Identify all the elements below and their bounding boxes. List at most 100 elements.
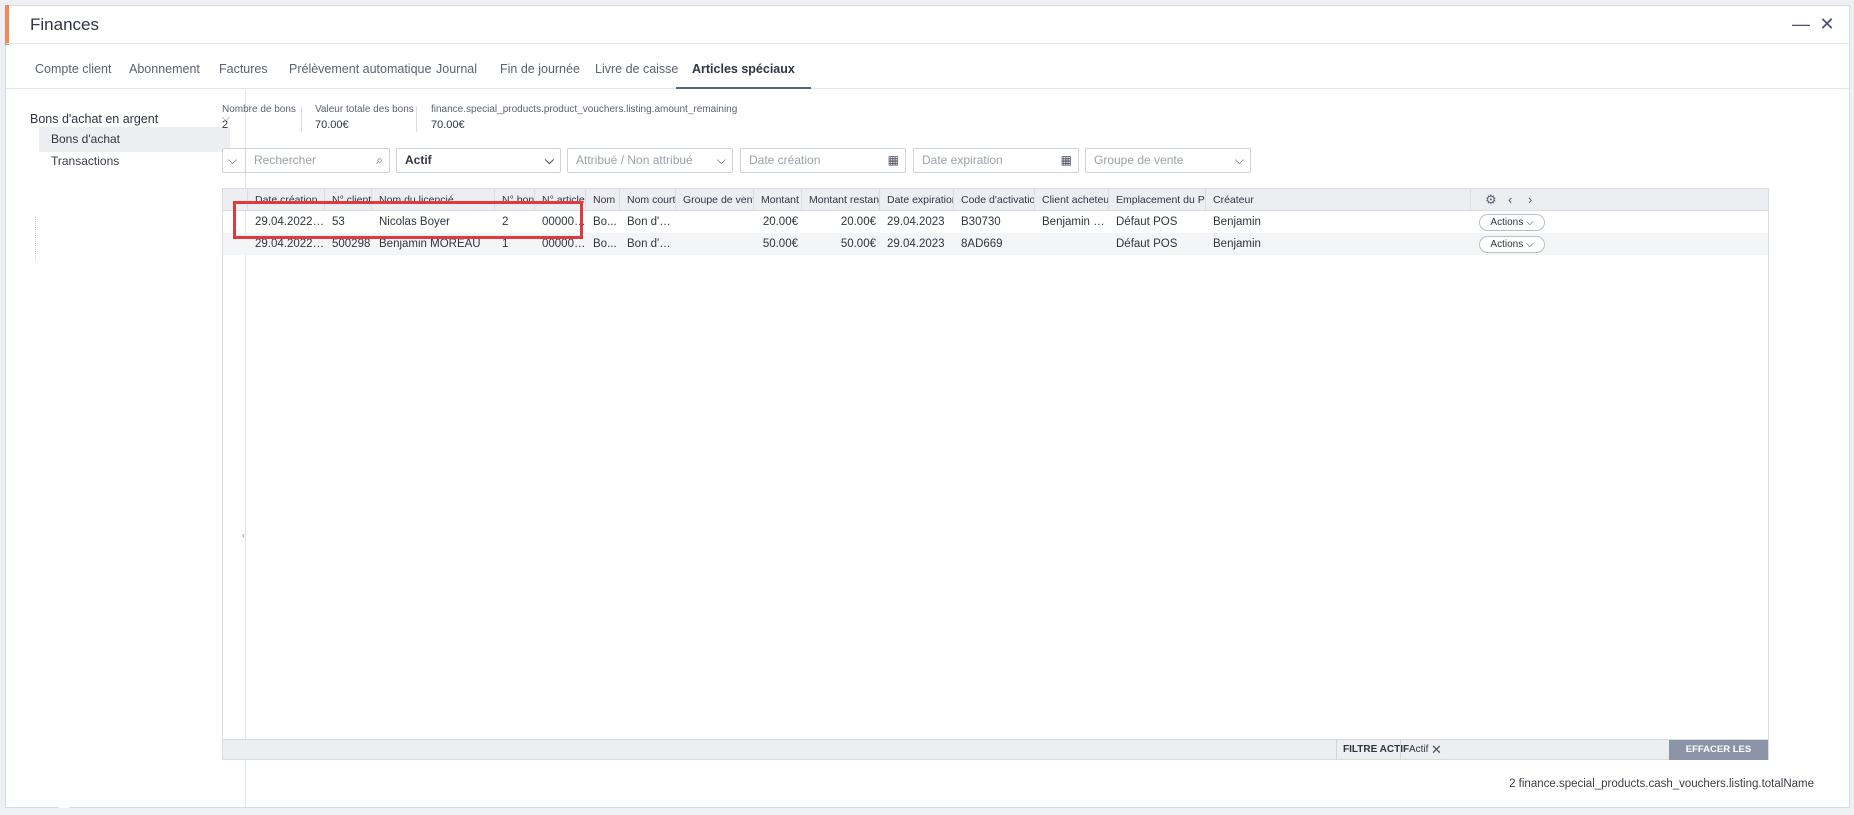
column-header-no-bon[interactable]: N° bon <box>495 189 535 211</box>
date-creation-input[interactable]: Date création ▦ <box>740 148 906 173</box>
cell-nom-licencie: Nicolas Boyer <box>379 216 450 228</box>
cell-montant: 50.00€ <box>762 238 798 250</box>
cell-no-bon: 2 <box>502 216 509 228</box>
sales-group-placeholder: Groupe de vente <box>1094 153 1184 167</box>
filter-expand-button[interactable]: ⌵ <box>222 148 246 173</box>
cell-nom-court: Bon d'ac... <box>627 216 676 228</box>
row-actions-button[interactable]: Actions ⌵ <box>1479 214 1545 231</box>
cell-date-creation: 29.04.2022 15:... <box>255 216 325 228</box>
sidebar-item-transactions[interactable]: Transactions <box>39 149 230 174</box>
tab-abonnement[interactable]: Abonnement <box>129 44 200 89</box>
cell-nom-licencie: Benjamin MOREAU <box>379 238 481 250</box>
calendar-icon[interactable]: ▦ <box>1061 149 1072 172</box>
kpi-nombre-de-bons: Nombre de bons 2 <box>222 104 296 131</box>
cell-client-acheteur <box>1035 233 1109 255</box>
column-header-select[interactable] <box>223 189 248 211</box>
cell-code-activation: B30730 <box>961 216 1001 228</box>
table-row[interactable]: 29.04.2022 15:... 53 Nicolas Boyer 2 000… <box>223 211 1768 233</box>
filter-bar: ⌵ Rechercher ⌕ Actif ⌵ Attribué / Non at… <box>222 148 1587 173</box>
chevron-down-icon: ⌵ <box>1234 153 1244 167</box>
kpi-value: 70.00€ <box>431 119 465 131</box>
clear-filters-button[interactable]: EFFACER LES FILTRES <box>1669 740 1768 775</box>
tab-bar: Compte client Abonnement Factures Prélèv… <box>6 44 1849 89</box>
cell-montant: 20.00€ <box>762 216 798 228</box>
status-select[interactable]: Actif ⌵ <box>396 148 561 173</box>
active-filter-chip: Actif <box>1400 740 1450 760</box>
cell-no-article: 000000... <box>542 216 586 228</box>
cell-no-bon: 1 <box>502 238 509 250</box>
vouchers-table: Date création N° client Nom du licencié … <box>222 188 1769 775</box>
chevron-left-icon[interactable]: ‹ <box>1508 189 1512 211</box>
table-row[interactable]: 29.04.2022 14:... 500298 Benjamin MOREAU… <box>223 233 1768 255</box>
column-header-createur[interactable]: Créateur <box>1206 189 1471 211</box>
date-expiration-placeholder: Date expiration <box>922 153 1003 167</box>
tab-prelevement-automatique[interactable]: Prélèvement automatique <box>289 44 431 89</box>
search-placeholder: Rechercher <box>254 153 317 167</box>
row-actions-button[interactable]: Actions ⌵ <box>1479 236 1545 253</box>
cell-date-creation: 29.04.2022 14:... <box>255 238 325 250</box>
tab-articles-speciaux[interactable]: Articles spéciaux <box>676 44 811 89</box>
column-header-montant-restant[interactable]: Montant restant <box>802 189 880 211</box>
column-header-emplacement-pos[interactable]: Emplacement du POS <box>1109 189 1206 211</box>
main-content: Nombre de bons 2 Valeur totale des bons … <box>222 90 1835 807</box>
gear-icon[interactable]: ⚙ <box>1485 189 1497 211</box>
column-header-nom[interactable]: Nom <box>586 189 620 211</box>
column-header-no-client[interactable]: N° client <box>325 189 372 211</box>
minimize-icon[interactable]: — <box>1791 14 1811 34</box>
cell-nom: Bo... <box>593 216 617 228</box>
column-header-date-expiration[interactable]: Date expiration <box>880 189 954 211</box>
column-header-client-acheteur[interactable]: Client acheteur <box>1035 189 1109 211</box>
chevron-right-icon[interactable]: › <box>1528 189 1532 211</box>
column-header-code-activation[interactable]: Code d'activation <box>954 189 1035 211</box>
column-header-nom-licencie[interactable]: Nom du licencié <box>372 189 495 211</box>
tab-livre-de-caisse[interactable]: Livre de caisse <box>595 44 678 89</box>
tab-fin-de-journee[interactable]: Fin de journée <box>500 44 580 89</box>
remove-filter-icon[interactable]: ✕ <box>1431 740 1442 760</box>
cell-montant-restant: 50.00€ <box>840 238 876 250</box>
kpi-label: Valeur totale des bons <box>315 104 414 115</box>
sidebar: Bons d'achat en argent ⌵ Bons d'achat Tr… <box>6 90 246 807</box>
chevron-down-icon: ⌵ <box>716 153 726 167</box>
kpi-label: Nombre de bons <box>222 104 296 115</box>
total-count: 2 finance.special_products.cash_vouchers… <box>1509 778 1814 790</box>
finances-window: Finances — ✕ Compte client Abonnement Fa… <box>5 5 1850 808</box>
status-select-value: Actif <box>405 153 432 167</box>
cell-no-client: 53 <box>332 216 345 228</box>
assigned-select[interactable]: Attribué / Non attribué ⌵ <box>567 148 733 173</box>
actions-label: Actions <box>1490 239 1524 250</box>
cell-nom: Bo... <box>593 238 617 250</box>
chevron-down-icon: ⌵ <box>544 153 554 167</box>
tree-guide-line <box>35 216 36 260</box>
column-header-date-creation[interactable]: Date création <box>248 189 325 211</box>
date-expiration-input[interactable]: Date expiration ▦ <box>913 148 1079 173</box>
column-header-groupe-de-vente[interactable]: Groupe de vente <box>676 189 754 211</box>
date-creation-placeholder: Date création <box>749 153 821 167</box>
tab-journal[interactable]: Journal <box>436 44 477 89</box>
column-header-montant[interactable]: Montant <box>754 189 802 211</box>
kpi-divider <box>416 106 417 132</box>
kpi-montant-restant: finance.special_products.product_voucher… <box>431 104 737 131</box>
cell-code-activation: 8AD669 <box>961 238 1003 250</box>
column-header-nom-court[interactable]: Nom court <box>620 189 676 211</box>
search-icon[interactable]: ⌕ <box>376 149 383 172</box>
kpi-value: 2 <box>222 119 229 131</box>
window-title: Finances <box>30 15 99 34</box>
column-header-no-article[interactable]: N° article <box>535 189 586 211</box>
kpi-valeur-totale: Valeur totale des bons 70.00€ <box>315 104 414 131</box>
close-icon[interactable]: ✕ <box>1817 14 1837 34</box>
table-footer: FILTRE ACTIF Actif ✕ EFFACER LES FILTRES <box>223 739 1768 775</box>
calendar-icon[interactable]: ▦ <box>888 149 899 172</box>
cell-no-article: 000000... <box>542 238 586 250</box>
cell-createur: Benjamin <box>1213 216 1261 228</box>
cell-date-expiration: 29.04.2023 <box>887 216 945 228</box>
cell-no-client: 500298 <box>332 238 371 250</box>
cell-groupe-de-vente <box>676 211 754 233</box>
tab-compte-client[interactable]: Compte client <box>35 44 111 89</box>
search-input[interactable]: Rechercher ⌕ <box>245 148 390 173</box>
sales-group-select[interactable]: Groupe de vente ⌵ <box>1085 148 1251 173</box>
cell-groupe-de-vente <box>676 233 754 255</box>
table-header: Date création N° client Nom du licencié … <box>223 189 1768 211</box>
sidebar-group-bons-achat-argent[interactable]: Bons d'achat en argent ⌵ <box>30 112 230 126</box>
tab-factures[interactable]: Factures <box>219 44 268 89</box>
kpi-label: finance.special_products.product_voucher… <box>431 104 738 115</box>
